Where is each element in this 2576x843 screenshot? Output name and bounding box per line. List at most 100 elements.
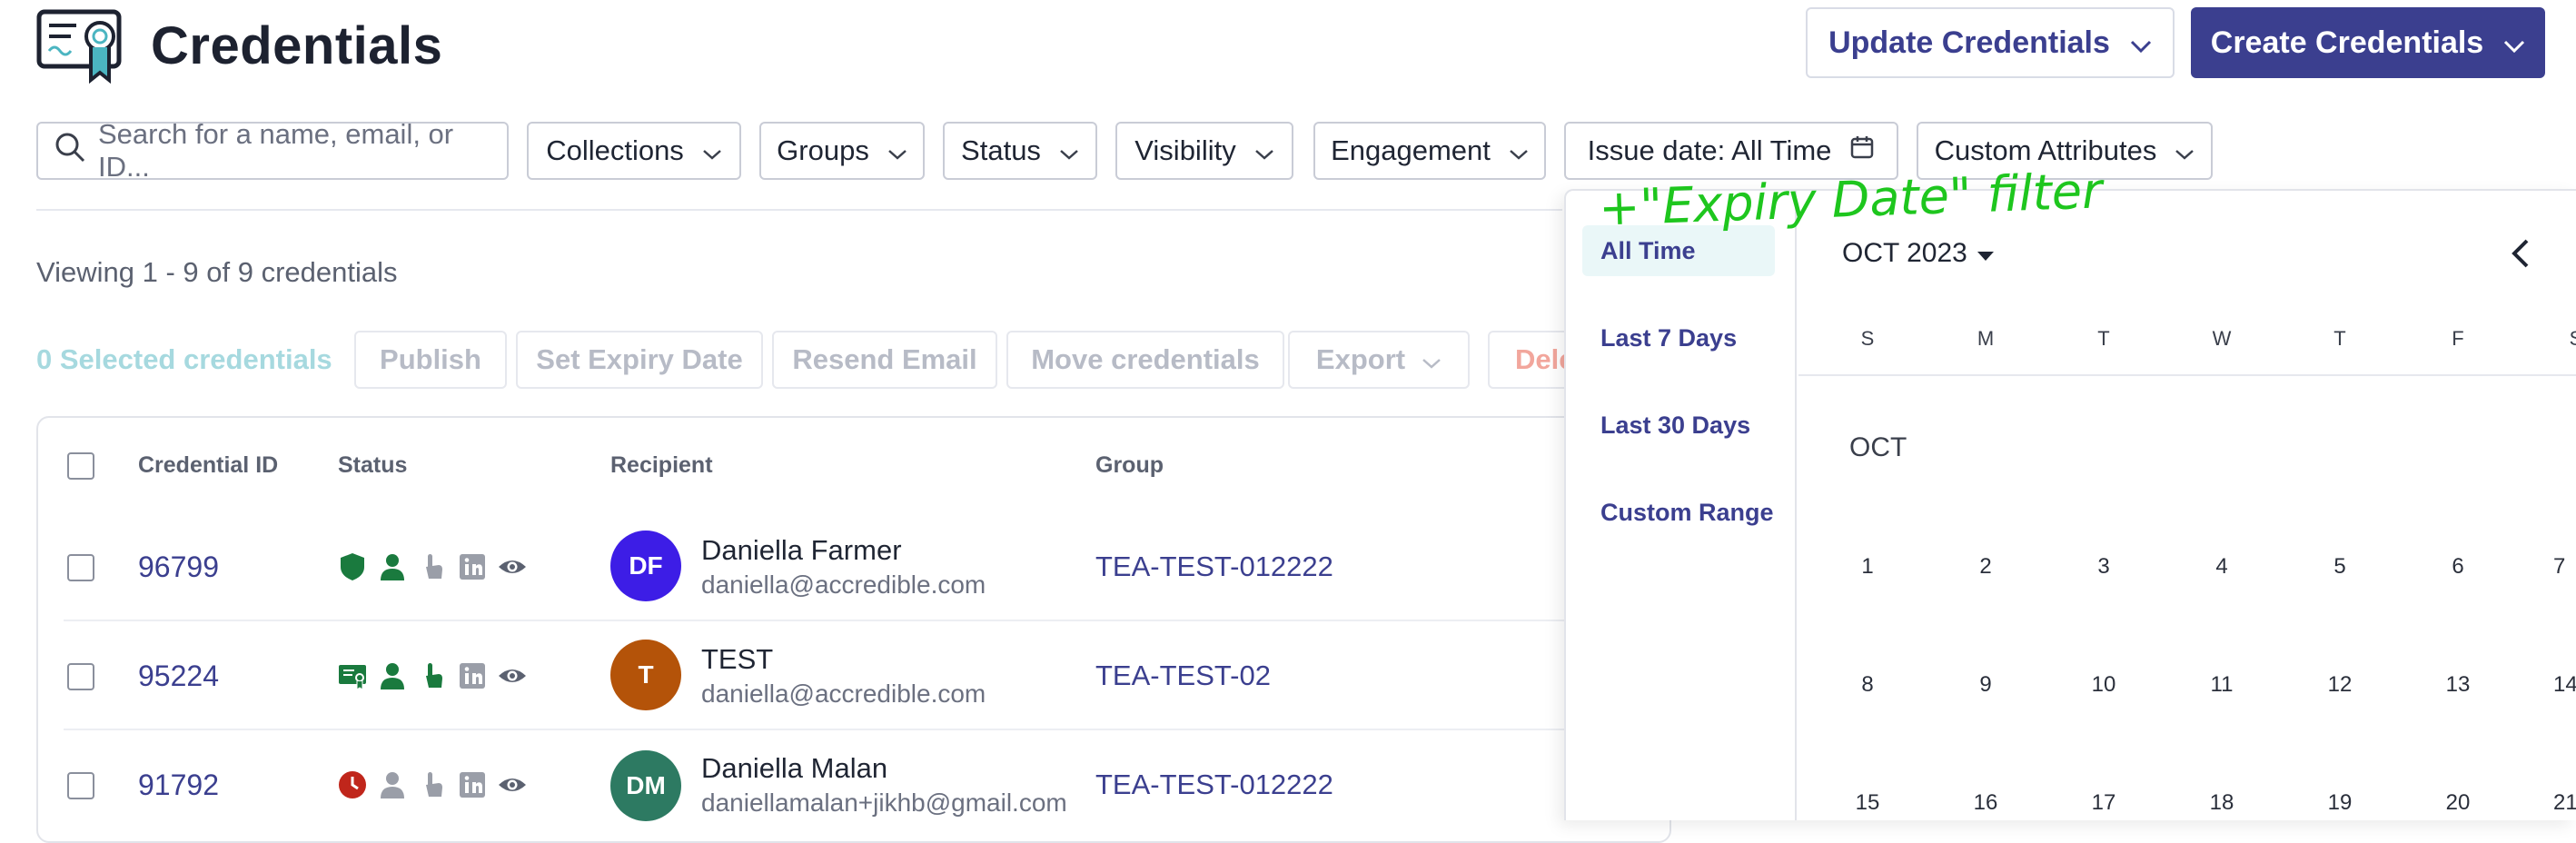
weekday-label: T — [2097, 327, 2110, 350]
calendar-day[interactable]: 15 — [1845, 790, 1890, 816]
credentials-logo-icon — [36, 9, 125, 84]
update-credentials-label: Update Credentials — [1828, 25, 2110, 60]
person-icon — [376, 769, 409, 801]
selected-count: 0 Selected credentials — [36, 343, 332, 375]
column-header-status[interactable]: Status — [338, 452, 407, 479]
status-filter[interactable]: Status — [943, 122, 1097, 180]
linkedin-icon — [456, 769, 489, 801]
create-credentials-button[interactable]: Create Credentials — [2191, 7, 2545, 78]
row-divider — [64, 620, 1608, 621]
chevron-down-icon — [887, 134, 907, 167]
publish-button[interactable]: Publish — [354, 331, 507, 389]
certificate-icon — [336, 660, 369, 692]
calendar-day[interactable]: 4 — [2199, 554, 2244, 580]
group-link[interactable]: TEA-TEST-012222 — [1095, 550, 1333, 583]
group-link[interactable]: TEA-TEST-012222 — [1095, 769, 1333, 801]
credential-id-link[interactable]: 95224 — [138, 660, 219, 693]
chevron-down-icon — [1422, 343, 1442, 376]
collections-filter-label: Collections — [546, 134, 684, 166]
calendar-day[interactable]: 6 — [2435, 554, 2481, 580]
column-header-group[interactable]: Group — [1095, 452, 1164, 479]
range-last-30-days[interactable]: Last 30 Days — [1582, 400, 1775, 451]
calendar-day[interactable]: 13 — [2435, 672, 2481, 698]
weekday-label: M — [1977, 327, 1995, 350]
row-divider — [64, 729, 1608, 730]
clock-icon — [336, 769, 369, 801]
avatar: DM — [610, 750, 681, 821]
calendar-day[interactable]: 5 — [2317, 554, 2363, 580]
linkedin-icon — [456, 550, 489, 583]
calendar-day[interactable]: 20 — [2435, 790, 2481, 816]
visibility-filter[interactable]: Visibility — [1115, 122, 1293, 180]
column-header-credential-id[interactable]: Credential ID — [138, 452, 278, 479]
calendar-day[interactable]: 19 — [2317, 790, 2363, 816]
previous-month-icon[interactable] — [2509, 238, 2531, 273]
calendar-day[interactable]: 3 — [2081, 554, 2126, 580]
visibility-filter-label: Visibility — [1134, 134, 1236, 166]
group-link[interactable]: TEA-TEST-02 — [1095, 660, 1271, 692]
weekday-label: S — [2558, 327, 2576, 351]
calendar-day[interactable]: 7 — [2553, 554, 2576, 580]
select-all-checkbox[interactable] — [67, 452, 94, 480]
export-label: Export — [1315, 343, 1406, 375]
set-expiry-date-button[interactable]: Set Expiry Date — [516, 331, 763, 389]
calendar-day[interactable]: 10 — [2081, 672, 2126, 698]
calendar-day[interactable]: 1 — [1845, 554, 1890, 580]
caret-down-icon — [1977, 238, 1995, 269]
row-checkbox[interactable] — [67, 663, 94, 690]
calendar-day[interactable]: 2 — [1963, 554, 2008, 580]
hand-icon — [416, 769, 449, 801]
search-input[interactable]: Search for a name, email, or ID... — [36, 118, 509, 183]
move-credentials-button[interactable]: Move credentials — [1006, 331, 1284, 389]
groups-filter[interactable]: Groups — [759, 122, 925, 180]
row-checkbox[interactable] — [67, 554, 94, 581]
avatar: T — [610, 640, 681, 710]
recipient-name: Daniella Malan — [701, 752, 888, 784]
page-title: Credentials — [151, 16, 443, 75]
calendar-day[interactable]: 9 — [1963, 672, 2008, 698]
search-icon — [54, 132, 85, 170]
row-checkbox[interactable] — [67, 772, 94, 799]
resend-email-label: Resend Email — [792, 343, 977, 375]
resend-email-button[interactable]: Resend Email — [772, 331, 997, 389]
calendar-day[interactable]: 21 — [2553, 790, 2576, 816]
month-selector-label: OCT 2023 — [1842, 238, 1967, 268]
person-icon — [376, 660, 409, 692]
export-button[interactable]: Export — [1288, 331, 1470, 389]
recipient-name: TEST — [701, 643, 774, 675]
recipient-email: daniella@accredible.com — [701, 679, 986, 708]
linkedin-icon — [456, 660, 489, 692]
credential-id-link[interactable]: 91792 — [138, 769, 219, 802]
chevron-down-icon — [2130, 25, 2152, 61]
status-icons — [336, 769, 529, 801]
status-icons — [336, 550, 529, 583]
calendar-day[interactable]: 11 — [2199, 672, 2244, 698]
eye-icon — [496, 769, 529, 801]
header-divider — [36, 209, 1562, 211]
calendar-day[interactable]: 18 — [2199, 790, 2244, 816]
column-header-recipient[interactable]: Recipient — [610, 452, 713, 479]
set-expiry-date-label: Set Expiry Date — [536, 343, 743, 375]
weekday-label: F — [2452, 327, 2464, 350]
calendar-icon — [1849, 134, 1875, 167]
update-credentials-button[interactable]: Update Credentials — [1806, 7, 2175, 78]
collections-filter[interactable]: Collections — [527, 122, 741, 180]
credential-id-link[interactable]: 96799 — [138, 550, 219, 584]
issue-date-filter-label: Issue date: All Time — [1587, 134, 1832, 166]
engagement-filter[interactable]: Engagement — [1313, 122, 1546, 180]
weekday-label: S — [1860, 327, 1875, 350]
shield-icon — [336, 550, 369, 583]
range-last-7-days[interactable]: Last 7 Days — [1582, 312, 1775, 363]
calendar-divider — [1798, 374, 2576, 376]
calendar-day[interactable]: 17 — [2081, 790, 2126, 816]
calendar-day[interactable]: 16 — [1963, 790, 2008, 816]
range-custom[interactable]: Custom Range — [1582, 487, 1775, 538]
calendar-day[interactable]: 8 — [1845, 672, 1890, 698]
calendar-day[interactable]: 14 — [2553, 672, 2576, 698]
chevron-down-icon — [1254, 134, 1274, 167]
month-selector[interactable]: OCT 2023 — [1842, 238, 1995, 269]
calendar-day[interactable]: 12 — [2317, 672, 2363, 698]
chevron-down-icon — [2175, 134, 2195, 167]
calendar-month-heading: OCT — [1849, 432, 1907, 462]
eye-icon — [496, 550, 529, 583]
